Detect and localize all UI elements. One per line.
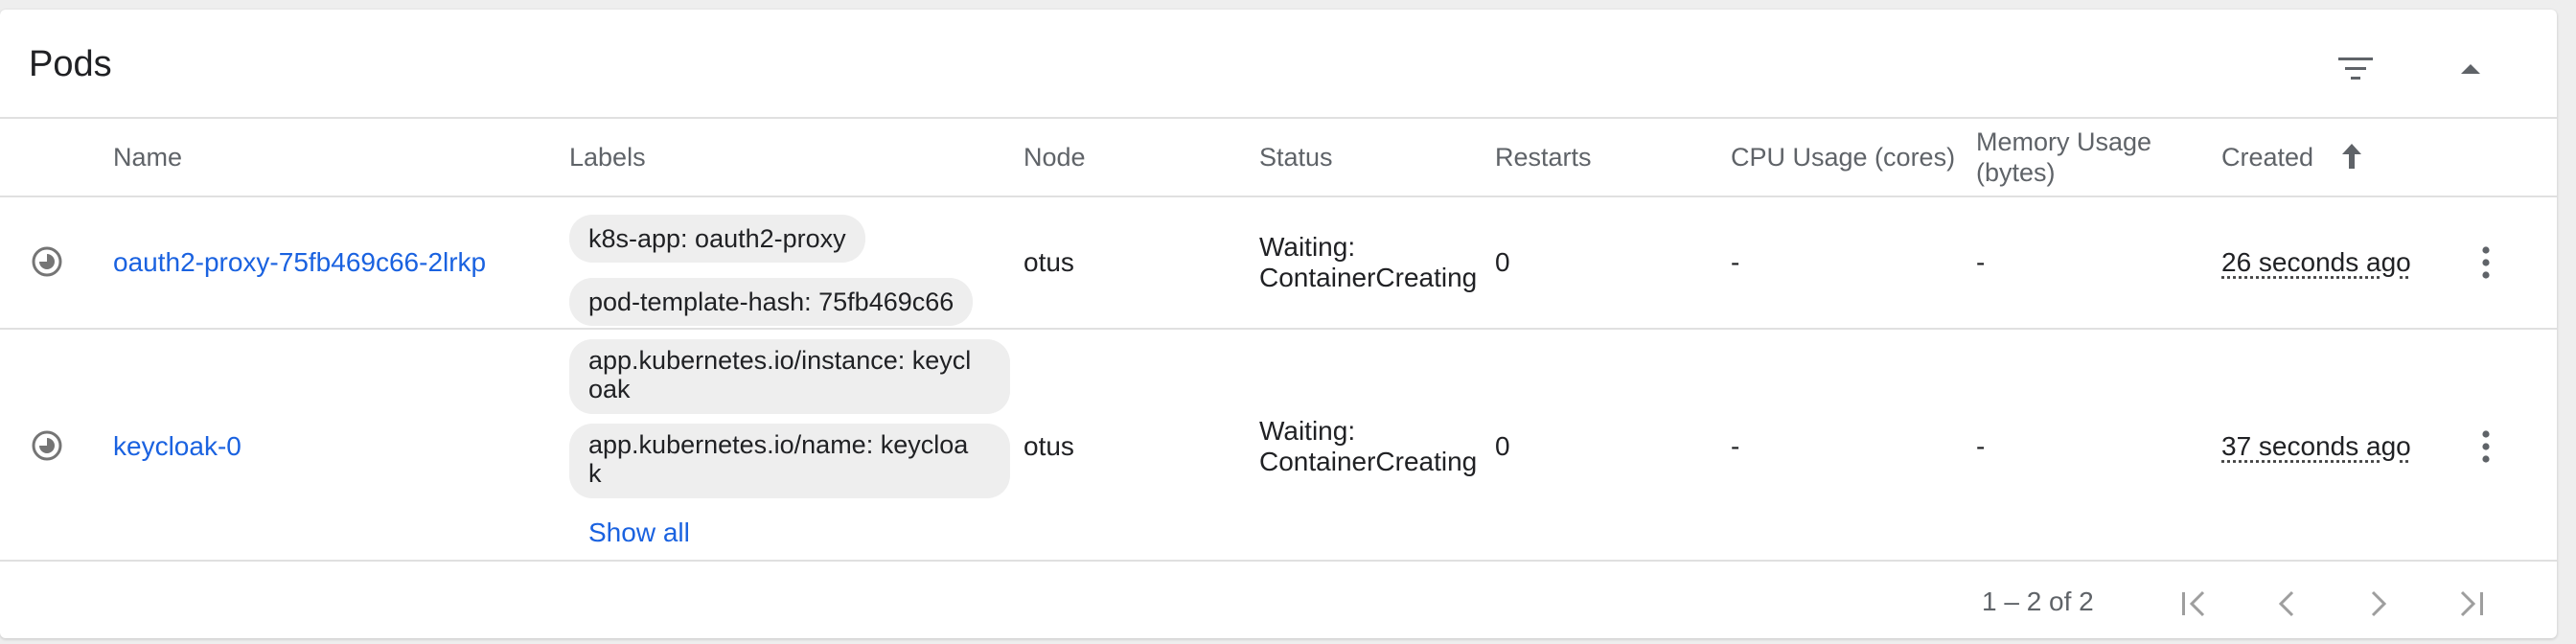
column-header-status: Status bbox=[1259, 143, 1333, 172]
more-vert-icon bbox=[2482, 246, 2490, 279]
label-chip-line1: app.kubernetes.io/name: keycloa bbox=[588, 430, 969, 459]
pending-icon bbox=[32, 430, 62, 461]
chevron-left-icon bbox=[2278, 590, 2294, 617]
pods-card: Pods Name Labels Node Status Restarts CP… bbox=[0, 10, 2557, 638]
created-value: 26 seconds ago bbox=[2221, 247, 2411, 277]
first-page-icon bbox=[2182, 590, 2205, 617]
last-page-button[interactable] bbox=[2444, 577, 2497, 631]
table-header: Name Labels Node Status Restarts CPU Usa… bbox=[0, 119, 2557, 197]
page-range-label: 1 – 2 of 2 bbox=[1982, 586, 2094, 616]
row-actions-button[interactable] bbox=[2469, 240, 2503, 286]
pod-name-link[interactable]: oauth2-proxy-75fb469c66-2lrkp bbox=[113, 247, 486, 278]
table-row: keycloak-0 app.kubernetes.io/instance: k… bbox=[0, 330, 2557, 562]
first-page-button[interactable] bbox=[2168, 577, 2221, 631]
more-vert-icon bbox=[2482, 430, 2490, 463]
row-actions-button[interactable] bbox=[2469, 424, 2503, 470]
pod-name-link[interactable]: keycloak-0 bbox=[113, 431, 242, 462]
column-header-cpu: CPU Usage (cores) bbox=[1731, 143, 1956, 172]
arrow-upward-icon[interactable] bbox=[2338, 140, 2365, 172]
memory-value: - bbox=[1976, 247, 1986, 277]
pending-icon bbox=[32, 246, 62, 277]
table-row: oauth2-proxy-75fb469c66-2lrkp k8s-app: o… bbox=[0, 197, 2557, 330]
column-header-node: Node bbox=[1024, 143, 1086, 172]
filter-list-icon bbox=[2338, 58, 2373, 80]
column-header-name[interactable]: Name bbox=[113, 142, 182, 172]
status-line1: Waiting: bbox=[1259, 232, 1356, 262]
column-header-created[interactable]: Created bbox=[2221, 142, 2313, 172]
cpu-value: - bbox=[1731, 431, 1740, 461]
memory-value: - bbox=[1976, 431, 1986, 461]
column-header-labels: Labels bbox=[569, 143, 646, 172]
label-chip: app.kubernetes.io/name: keycloa k bbox=[569, 424, 1010, 498]
restarts-value: 0 bbox=[1495, 431, 1510, 461]
column-header-memory: Memory Usage (bytes) bbox=[1976, 126, 2151, 188]
status-line1: Waiting: bbox=[1259, 416, 1356, 446]
previous-page-button[interactable] bbox=[2260, 577, 2313, 631]
expand-less-icon bbox=[2461, 64, 2480, 74]
last-page-icon bbox=[2460, 590, 2483, 617]
memory-header-line2: (bytes) bbox=[1976, 158, 2056, 187]
status-line2: ContainerCreating bbox=[1259, 447, 1478, 476]
label-chip-line2: k bbox=[588, 459, 602, 488]
chevron-right-icon bbox=[2371, 590, 2387, 617]
restarts-value: 0 bbox=[1495, 247, 1510, 277]
label-chip: k8s-app: oauth2-proxy bbox=[569, 215, 865, 263]
label-chip-line2: oak bbox=[588, 375, 631, 403]
cpu-value: - bbox=[1731, 247, 1740, 277]
paginator: 1 – 2 of 2 bbox=[0, 562, 2557, 638]
card-title: Pods bbox=[29, 44, 112, 84]
label-chip: app.kubernetes.io/instance: keycl oak bbox=[569, 339, 1010, 414]
node-value: otus bbox=[1024, 431, 1074, 461]
label-chip: pod-template-hash: 75fb469c66 bbox=[569, 278, 974, 326]
card-header: Pods bbox=[0, 10, 2557, 119]
collapse-button[interactable] bbox=[2442, 40, 2499, 98]
node-value: otus bbox=[1024, 247, 1074, 277]
status-value: Waiting: ContainerCreating bbox=[1259, 232, 1477, 293]
show-all-link[interactable]: Show all bbox=[588, 518, 690, 548]
filter-button[interactable] bbox=[2327, 40, 2384, 98]
memory-header-line1: Memory Usage bbox=[1976, 127, 2152, 156]
created-value: 37 seconds ago bbox=[2221, 431, 2411, 461]
status-value: Waiting: ContainerCreating bbox=[1259, 416, 1477, 477]
next-page-button[interactable] bbox=[2352, 577, 2405, 631]
status-line2: ContainerCreating bbox=[1259, 263, 1478, 292]
column-header-restarts: Restarts bbox=[1495, 143, 1592, 172]
label-chip-line1: app.kubernetes.io/instance: keycl bbox=[588, 346, 972, 375]
